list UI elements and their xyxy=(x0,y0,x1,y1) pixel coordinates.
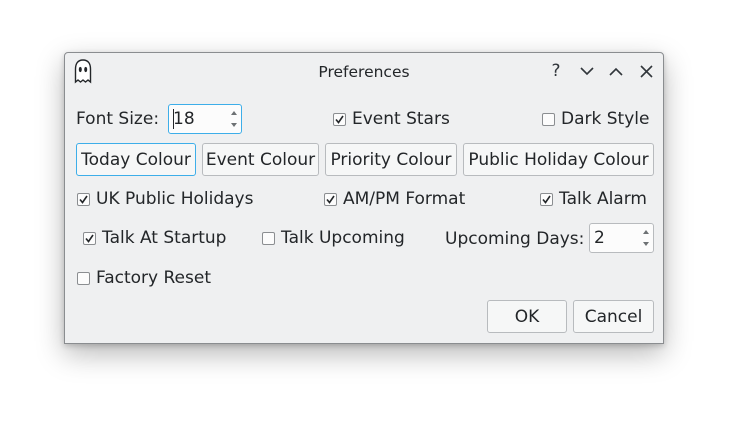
checkbox-label: AM/PM Format xyxy=(343,189,466,209)
checkbox-label: Talk Upcoming xyxy=(281,228,405,248)
checkbox-label: Factory Reset xyxy=(96,268,211,288)
minimize-icon[interactable] xyxy=(576,60,598,82)
checkbox-label: Event Stars xyxy=(352,109,450,129)
today-colour-button[interactable]: Today Colour xyxy=(76,143,196,176)
factory-reset-checkbox[interactable]: Factory Reset xyxy=(77,268,211,288)
checkbox-label: Dark Style xyxy=(561,109,650,129)
dark-style-checkbox[interactable]: Dark Style xyxy=(542,109,649,129)
font-size-spinbox[interactable]: 18 xyxy=(168,104,242,134)
maximize-icon[interactable] xyxy=(605,60,627,82)
upcoming-days-label: Upcoming Days: xyxy=(445,229,585,249)
checkbox-box[interactable] xyxy=(333,112,346,126)
checkbox-label: Talk Alarm xyxy=(559,189,647,209)
spin-arrows-icon[interactable] xyxy=(639,224,653,252)
checkbox-box[interactable] xyxy=(262,231,275,245)
priority-colour-button[interactable]: Priority Colour xyxy=(325,143,457,176)
checkbox-box[interactable] xyxy=(542,112,555,126)
checkbox-box[interactable] xyxy=(77,271,90,285)
upcoming-days-value: 2 xyxy=(594,228,605,248)
am-pm-format-checkbox[interactable]: AM/PM Format xyxy=(324,189,465,209)
checkbox-box[interactable] xyxy=(77,192,90,206)
uk-public-holidays-checkbox[interactable]: UK Public Holidays xyxy=(77,189,253,209)
event-colour-button[interactable]: Event Colour xyxy=(202,143,319,176)
checkbox-box[interactable] xyxy=(324,192,337,206)
event-stars-checkbox[interactable]: Event Stars xyxy=(333,109,450,129)
checkbox-label: Talk At Startup xyxy=(102,228,227,248)
close-icon[interactable] xyxy=(635,60,657,82)
font-size-value: 18 xyxy=(173,109,195,129)
spin-arrows-icon[interactable] xyxy=(227,105,241,133)
font-size-label: Font Size: xyxy=(76,109,160,129)
preferences-dialog: Preferences ? Font Size: 18 Event Stars … xyxy=(64,52,664,344)
checkbox-box[interactable] xyxy=(540,192,553,206)
talk-alarm-checkbox[interactable]: Talk Alarm xyxy=(540,189,647,209)
cancel-button[interactable]: Cancel xyxy=(573,300,654,333)
checkbox-label: UK Public Holidays xyxy=(96,189,254,209)
window-title: Preferences xyxy=(318,63,410,81)
ok-button[interactable]: OK xyxy=(487,300,567,333)
title-bar[interactable]: Preferences ? xyxy=(65,53,663,91)
talk-upcoming-checkbox[interactable]: Talk Upcoming xyxy=(262,228,405,248)
help-icon[interactable]: ? xyxy=(545,60,567,82)
public-holiday-colour-button[interactable]: Public Holiday Colour xyxy=(463,143,654,176)
checkbox-box[interactable] xyxy=(83,231,96,245)
upcoming-days-spinbox[interactable]: 2 xyxy=(589,223,654,253)
talk-at-startup-checkbox[interactable]: Talk At Startup xyxy=(83,228,226,248)
